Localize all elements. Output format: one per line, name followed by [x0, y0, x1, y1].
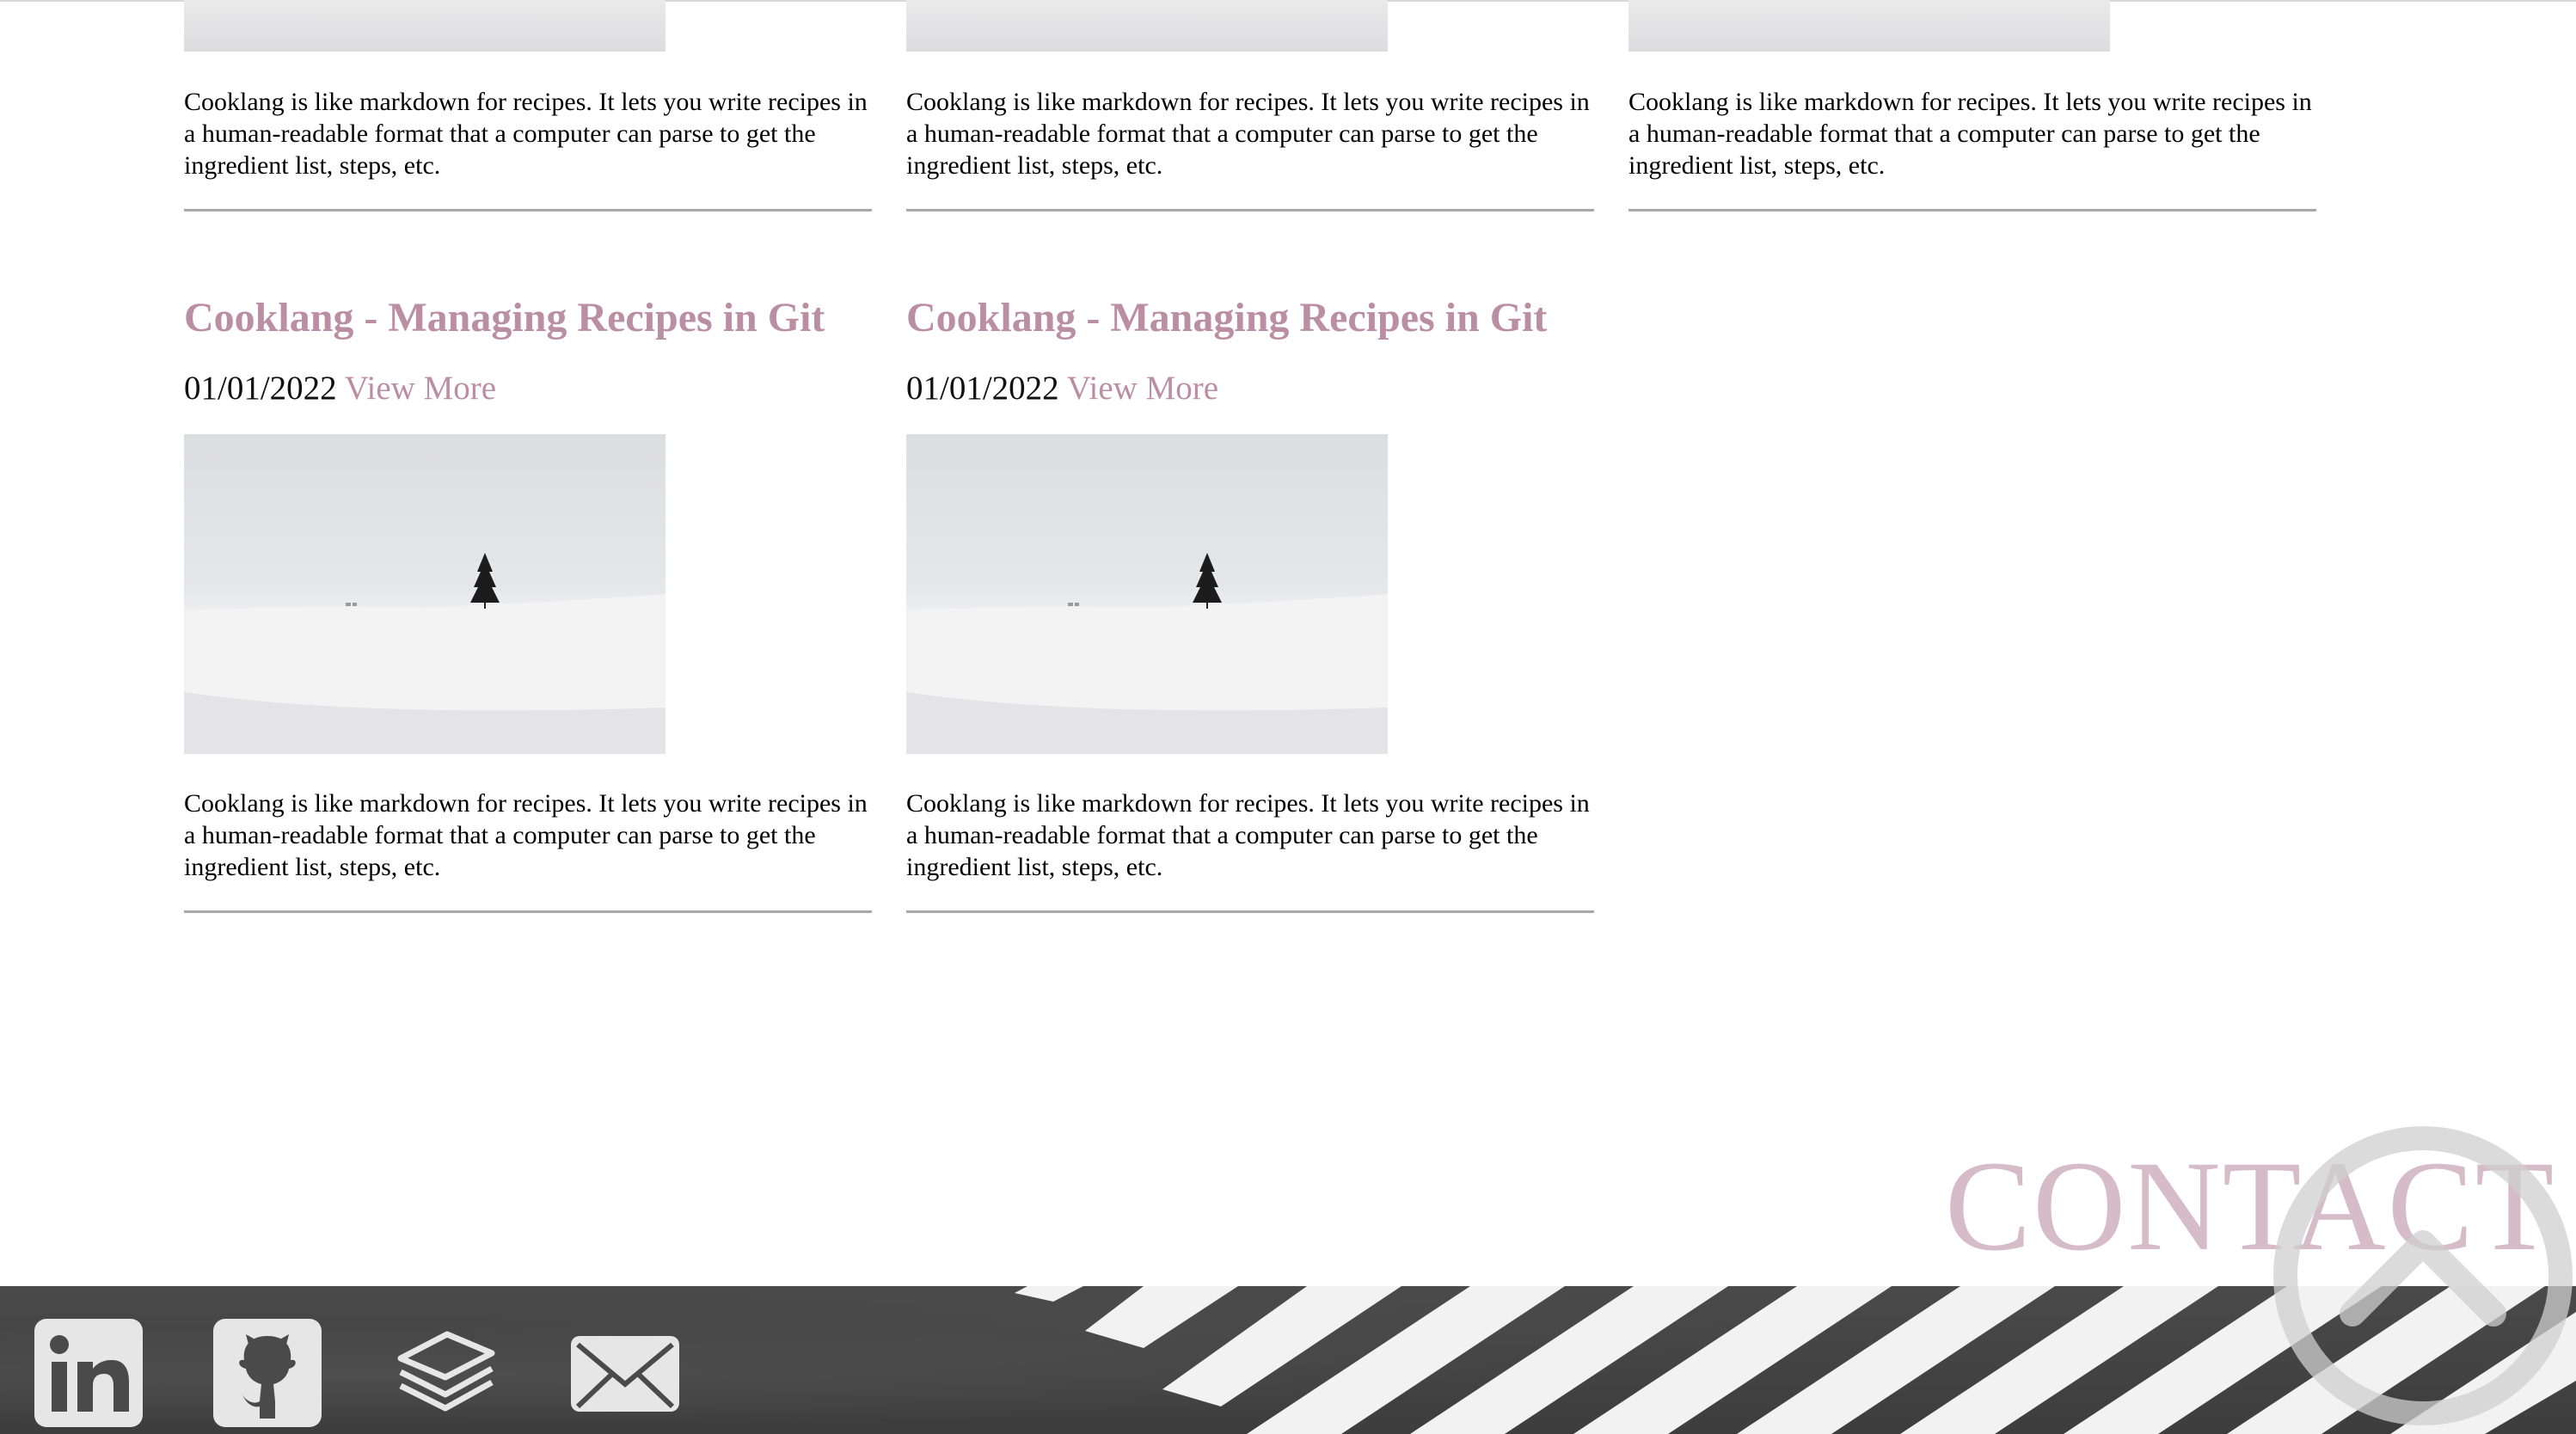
- post-divider: [906, 209, 1594, 211]
- stack-icon: [397, 1331, 495, 1412]
- scroll-to-top-button[interactable]: [2266, 1116, 2576, 1434]
- post-thumbnail[interactable]: [906, 434, 1388, 754]
- footer: [0, 1286, 2576, 1434]
- post-description: Cooklang is like markdown for recipes. I…: [184, 789, 868, 881]
- post-card: Cooklang - Managing Recipes in Git 01/01…: [906, 292, 1594, 920]
- post-meta: 01/01/2022 View More: [906, 368, 1218, 409]
- post-title[interactable]: Cooklang - Managing Recipes in Git: [906, 292, 1547, 344]
- linkedin-link[interactable]: [33, 1317, 144, 1429]
- post-date: 01/01/2022: [906, 370, 1059, 407]
- view-more-link[interactable]: View More: [1067, 370, 1218, 407]
- winter-tree-image: [184, 553, 665, 754]
- post-thumbnail[interactable]: [184, 434, 665, 754]
- post-divider: [1628, 209, 2316, 211]
- github-icon: [213, 1319, 322, 1427]
- post-divider: [184, 209, 872, 211]
- post-thumbnail[interactable]: [1628, 0, 2110, 52]
- post-title[interactable]: Cooklang - Managing Recipes in Git: [184, 292, 825, 344]
- view-more-link[interactable]: View More: [345, 370, 496, 407]
- mail-link[interactable]: [569, 1317, 681, 1429]
- post-card: Cooklang is like markdown for recipes. I…: [184, 0, 872, 215]
- mail-icon: [571, 1336, 679, 1412]
- stack-link[interactable]: [390, 1317, 502, 1429]
- post-thumbnail[interactable]: [184, 0, 665, 52]
- post-divider: [184, 910, 872, 913]
- post-card: Cooklang is like markdown for recipes. I…: [1628, 0, 2316, 215]
- crosswalk-stripes: [1015, 1286, 2576, 1434]
- winter-tree-image: [906, 553, 1388, 754]
- linkedin-icon: [34, 1319, 143, 1427]
- post-meta: 01/01/2022 View More: [184, 368, 496, 409]
- chevron-up-icon: [2273, 1126, 2573, 1425]
- post-divider: [906, 910, 1594, 913]
- post-description: Cooklang is like markdown for recipes. I…: [1628, 88, 2312, 180]
- post-card: Cooklang is like markdown for recipes. I…: [906, 0, 1594, 215]
- post-description: Cooklang is like markdown for recipes. I…: [184, 88, 868, 180]
- post-description: Cooklang is like markdown for recipes. I…: [906, 789, 1590, 881]
- post-card: Cooklang - Managing Recipes in Git 01/01…: [184, 292, 872, 920]
- post-date: 01/01/2022: [184, 370, 337, 407]
- post-description: Cooklang is like markdown for recipes. I…: [906, 88, 1590, 180]
- post-thumbnail[interactable]: [906, 0, 1388, 52]
- github-link[interactable]: [212, 1317, 323, 1429]
